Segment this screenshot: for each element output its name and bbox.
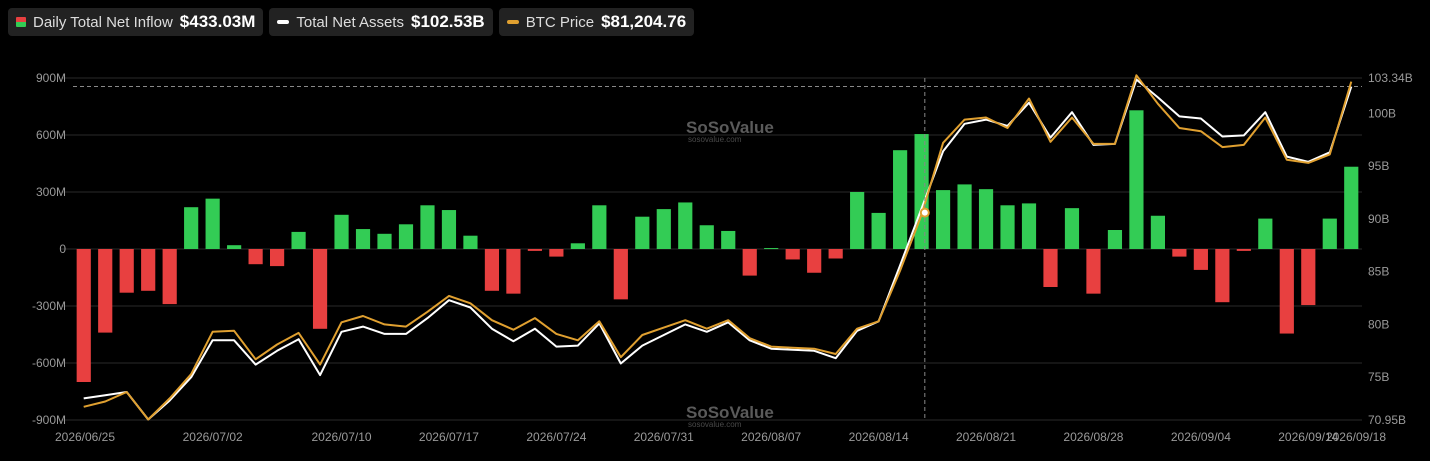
- inflow-bar: [227, 245, 242, 249]
- inflow-bar: [957, 184, 972, 249]
- y-right-tick-label: 80B: [1368, 317, 1389, 331]
- inflow-bar: [1086, 249, 1101, 294]
- inflow-bar: [270, 249, 285, 267]
- inflow-bar: [570, 243, 585, 249]
- inflow-bar: [248, 249, 263, 265]
- y-right-tick-label: 103.34B: [1368, 71, 1413, 85]
- watermark-subtext: sosovalue.com: [688, 135, 742, 144]
- inflow-bar: [398, 224, 414, 249]
- watermark-subtext-bottom: sosovalue.com: [688, 420, 742, 429]
- x-axis: 2026/06/25 2026/07/02 2026/07/10 2026/07/17…: [55, 430, 1386, 444]
- inflow-bar: [355, 229, 371, 249]
- inflow-bars[interactable]: [76, 110, 1359, 382]
- inflow-bar: [978, 189, 994, 249]
- x-tick-label: 2026/08/14: [849, 430, 909, 444]
- inflow-bar: [506, 249, 521, 294]
- inflow-bar: [1322, 218, 1337, 249]
- inflow-bar: [893, 150, 908, 249]
- x-tick-label: 2026/07/24: [526, 430, 586, 444]
- inflow-bar: [656, 209, 671, 249]
- y-left-tick-label: 900M: [36, 71, 66, 85]
- inflow-bar: [1107, 230, 1123, 249]
- y-right-tick-label: 85B: [1368, 265, 1389, 279]
- y-right-tick-label: 75B: [1368, 370, 1389, 384]
- inflow-bar: [141, 249, 156, 291]
- inflow-bar: [742, 249, 757, 276]
- inflow-bar: [699, 225, 714, 249]
- inflow-bar: [1150, 215, 1165, 249]
- x-tick-label: 2026/07/02: [183, 430, 243, 444]
- y-left-tick-label: 0: [59, 242, 66, 256]
- chart-svg[interactable]: SoSoValue sosovalue.com SoSoValue sosova…: [0, 0, 1430, 461]
- inflow-bar: [871, 212, 886, 249]
- inflow-bar: [484, 249, 500, 291]
- inflow-bar: [441, 210, 457, 249]
- x-tick-label: 2026/08/07: [741, 430, 801, 444]
- y-left-tick-label: -900M: [32, 413, 66, 427]
- inflow-bar: [1064, 208, 1080, 249]
- inflow-bar: [807, 249, 822, 273]
- inflow-bar: [463, 235, 478, 249]
- x-tick-label: 2026/09/18: [1326, 430, 1386, 444]
- crosshair-marker: [919, 207, 930, 218]
- inflow-bar: [162, 249, 177, 305]
- y-left-tick-label: 600M: [36, 128, 66, 142]
- inflow-bar: [334, 214, 349, 249]
- inflow-bar: [1193, 249, 1208, 270]
- x-tick-label: 2026/08/21: [956, 430, 1016, 444]
- x-tick-label: 2026/07/17: [419, 430, 479, 444]
- y-left-tick-label: 300M: [36, 185, 66, 199]
- inflow-bar: [1129, 110, 1144, 249]
- watermark: SoSoValue sosovalue.com SoSoValue sosova…: [686, 118, 774, 429]
- inflow-bar: [914, 134, 929, 249]
- y-axis-right: 103.34B 100B 95B 90B 85B 80B 75B 70.95B: [1368, 71, 1413, 427]
- x-tick-label: 2026/06/25: [55, 430, 115, 444]
- inflow-bar: [1043, 249, 1058, 287]
- inflow-bar: [549, 249, 564, 257]
- y-right-tick-label: 100B: [1368, 106, 1396, 120]
- inflow-bar: [527, 249, 542, 251]
- inflow-bar: [678, 202, 693, 249]
- inflow-bar: [1172, 249, 1187, 257]
- y-left-tick-label: -600M: [32, 356, 66, 370]
- inflow-bar: [76, 249, 91, 382]
- inflow-bar: [420, 205, 435, 249]
- inflow-bar: [1021, 203, 1037, 249]
- inflow-bar: [1215, 249, 1230, 303]
- inflow-bar: [592, 205, 607, 249]
- inflow-bar: [1236, 249, 1251, 251]
- y-axis-left: 900M 600M 300M 0 -300M -600M -900M: [32, 71, 66, 427]
- x-tick-label: 2026/07/31: [634, 430, 694, 444]
- inflow-bar: [1000, 205, 1015, 249]
- inflow-bar: [635, 216, 650, 249]
- inflow-bar: [935, 190, 951, 249]
- inflow-bar: [1301, 249, 1316, 306]
- inflow-bar: [721, 230, 736, 249]
- inflow-bar: [850, 192, 865, 249]
- inflow-bar: [613, 249, 628, 300]
- inflow-bar: [764, 248, 779, 250]
- inflow-bar: [785, 249, 800, 260]
- inflow-bar: [291, 231, 306, 249]
- x-tick-label: 2026/08/28: [1063, 430, 1123, 444]
- inflow-bar: [184, 207, 199, 249]
- inflow-bar: [1279, 249, 1294, 334]
- inflow-bar: [119, 249, 134, 293]
- inflow-bar: [312, 249, 328, 329]
- y-left-tick-label: -300M: [32, 299, 66, 313]
- y-right-tick-label: 90B: [1368, 212, 1389, 226]
- x-tick-label: 2026/09/04: [1171, 430, 1231, 444]
- y-right-tick-label: 70.95B: [1368, 413, 1406, 427]
- inflow-bar: [1258, 218, 1273, 249]
- inflow-bar: [377, 233, 392, 249]
- inflow-bar: [205, 198, 220, 249]
- inflow-bar: [1344, 166, 1359, 249]
- inflow-bar: [828, 249, 843, 259]
- x-tick-label: 2026/07/10: [312, 430, 372, 444]
- y-right-tick-label: 95B: [1368, 159, 1389, 173]
- inflow-bar: [98, 249, 113, 333]
